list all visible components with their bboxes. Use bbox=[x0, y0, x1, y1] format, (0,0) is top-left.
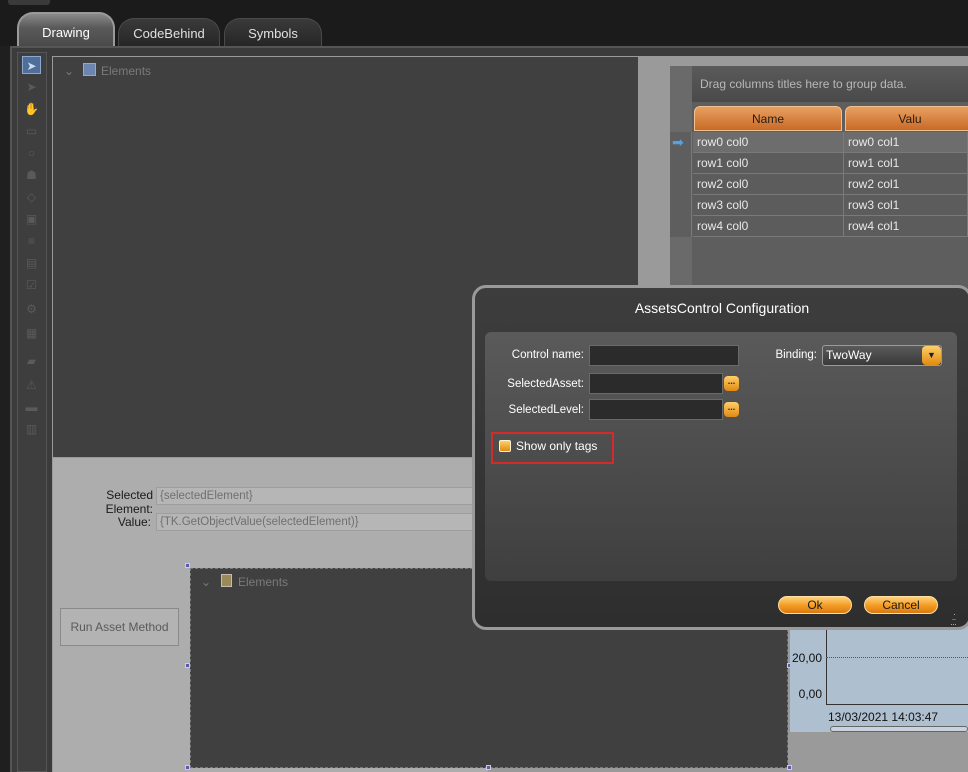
ellipse-icon[interactable]: ○ bbox=[22, 144, 41, 162]
rectangle-icon[interactable]: ▭ bbox=[22, 122, 41, 140]
cancel-button[interactable]: Cancel bbox=[864, 596, 938, 614]
selected-level-field[interactable] bbox=[589, 399, 723, 420]
y-tick-label: 0,00 bbox=[798, 687, 822, 701]
table-cell[interactable]: row4 col0 bbox=[693, 216, 844, 237]
text-tool-icon[interactable]: ≡ bbox=[22, 232, 41, 250]
button-tool-icon[interactable]: ▣ bbox=[22, 210, 41, 228]
table-cell[interactable]: row1 col0 bbox=[693, 153, 844, 174]
bell-icon[interactable]: ⚠ bbox=[22, 376, 41, 394]
table-cell[interactable]: row3 col1 bbox=[844, 195, 968, 216]
table-cell[interactable]: row1 col1 bbox=[844, 153, 968, 174]
table-cell[interactable]: row2 col0 bbox=[693, 174, 844, 195]
resize-handle[interactable] bbox=[185, 765, 190, 770]
browse-asset-button[interactable]: ... bbox=[724, 376, 739, 391]
checkbox-tool-icon[interactable]: ☑ bbox=[22, 276, 41, 294]
elements-icon bbox=[83, 63, 96, 76]
folder-icon[interactable]: ▰ bbox=[22, 352, 41, 370]
resize-handle[interactable] bbox=[185, 663, 190, 668]
polygon-icon[interactable]: ☗ bbox=[22, 166, 41, 184]
value-label: Value: bbox=[117, 515, 151, 529]
tab-codebehind[interactable]: CodeBehind bbox=[118, 18, 220, 46]
show-only-tags-checkbox[interactable] bbox=[499, 440, 511, 452]
selected-element-field[interactable]: {selectedElement} bbox=[156, 487, 476, 505]
run-asset-method-button[interactable]: Run Asset Method bbox=[60, 608, 179, 646]
tab-drawing[interactable]: Drawing bbox=[17, 12, 115, 48]
value-field[interactable]: {TK.GetObjectValue(selectedElement)} bbox=[156, 513, 476, 531]
textbox-tool-icon[interactable]: ▤ bbox=[22, 254, 41, 272]
control-name-label: Control name: bbox=[511, 349, 584, 361]
table-cell[interactable]: row4 col1 bbox=[844, 216, 968, 237]
column-header-name[interactable]: Name bbox=[694, 106, 842, 131]
browse-level-button[interactable]: ... bbox=[724, 402, 739, 417]
document-icon bbox=[221, 574, 232, 587]
chevron-down-icon[interactable]: ▼ bbox=[922, 346, 941, 365]
current-row-arrow-icon: ➡ bbox=[672, 134, 684, 150]
ok-button[interactable]: Ok bbox=[778, 596, 852, 614]
resize-handle[interactable] bbox=[486, 765, 491, 770]
resize-handle[interactable] bbox=[185, 563, 190, 568]
tree-bottom-label: Elements bbox=[238, 575, 289, 589]
pointer-alt-icon[interactable]: ➤ bbox=[22, 78, 41, 96]
component-icon[interactable]: ⚙ bbox=[22, 300, 41, 318]
table-cell[interactable]: row3 col0 bbox=[693, 195, 844, 216]
grid-icon[interactable]: ▥ bbox=[22, 420, 41, 438]
tree-top-label: Elements bbox=[101, 64, 152, 78]
chart-plot-area bbox=[826, 625, 968, 705]
chevron-down-icon[interactable]: ⌄ bbox=[201, 575, 211, 589]
y-tick-label: 20,00 bbox=[791, 651, 822, 665]
table-cell[interactable]: row0 col0 bbox=[693, 132, 844, 153]
chevron-down-icon[interactable]: ⌄ bbox=[64, 64, 74, 78]
table-cell[interactable]: row0 col1 bbox=[844, 132, 968, 153]
group-by-area[interactable]: Drag columns titles here to group data. bbox=[692, 66, 968, 102]
chart-icon[interactable]: ▬ bbox=[22, 398, 41, 416]
table-cell[interactable]: row2 col1 bbox=[844, 174, 968, 195]
binding-label: Binding: bbox=[775, 349, 817, 361]
resize-handle[interactable] bbox=[787, 765, 792, 770]
pointer-icon[interactable]: ➤ bbox=[22, 56, 41, 74]
selected-asset-label: SelectedAsset: bbox=[507, 378, 584, 390]
chart-scrollbar[interactable] bbox=[830, 726, 968, 732]
selected-asset-field[interactable] bbox=[589, 373, 723, 394]
dialog-title: AssetsControl Configuration bbox=[634, 300, 810, 316]
hand-icon[interactable]: ✋ bbox=[22, 100, 41, 118]
tab-symbols[interactable]: Symbols bbox=[224, 18, 322, 46]
diamond-icon[interactable]: ◇ bbox=[22, 188, 41, 206]
image-icon[interactable]: ▦ bbox=[22, 324, 41, 342]
control-name-field[interactable] bbox=[589, 345, 739, 366]
column-header-value[interactable]: Valu bbox=[845, 106, 968, 131]
selected-element-label: Selected Element: bbox=[105, 488, 153, 516]
chart-gridline bbox=[826, 657, 968, 658]
x-tick-label: 13/03/2021 14:03:47 bbox=[828, 710, 939, 724]
resize-grip-icon[interactable]: · ·· ··· bbox=[950, 610, 964, 629]
show-only-tags-label[interactable]: Show only tags bbox=[516, 439, 597, 453]
window-corner bbox=[8, 0, 50, 5]
selected-level-label: SelectedLevel: bbox=[508, 404, 584, 416]
